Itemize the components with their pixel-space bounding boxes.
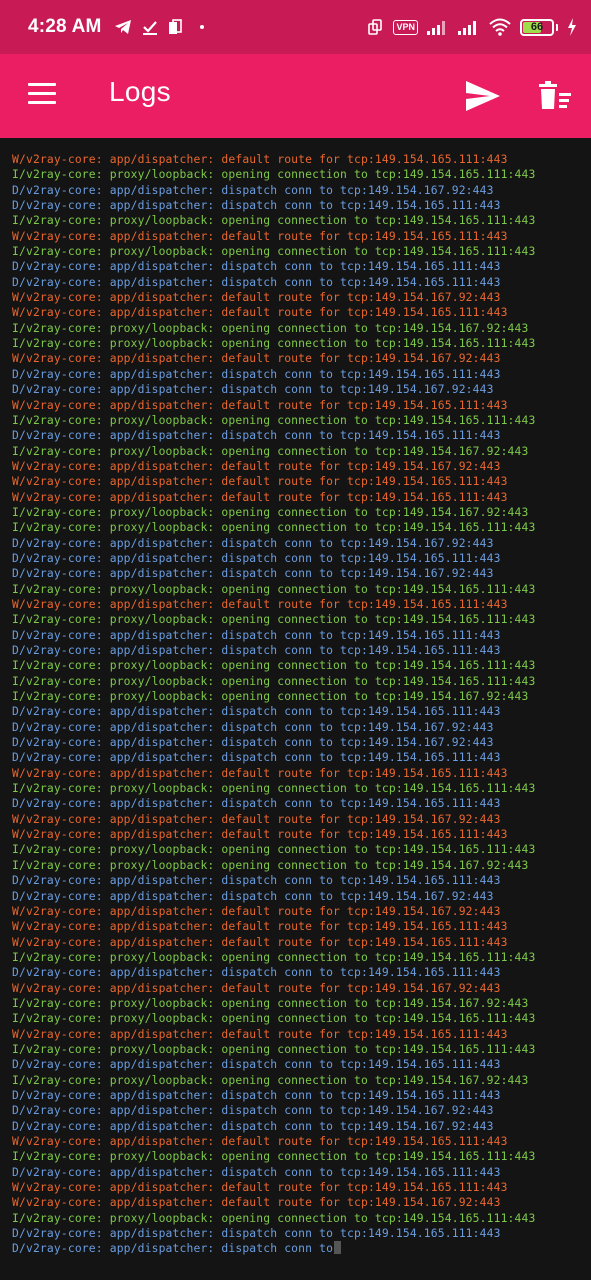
log-line: I/v2ray-core: proxy/loopback: opening co… xyxy=(12,995,529,1010)
battery-level: 66 xyxy=(530,20,544,33)
log-line: W/v2ray-core: app/dispatcher: default ro… xyxy=(12,474,508,489)
log-line: D/v2ray-core: app/dispatcher: dispatch c… xyxy=(12,1164,501,1179)
log-line: I/v2ray-core: proxy/loopback: opening co… xyxy=(12,857,529,872)
send-button[interactable] xyxy=(465,80,501,112)
log-line: I/v2ray-core: proxy/loopback: opening co… xyxy=(12,1041,536,1056)
log-line: D/v2ray-core: app/dispatcher: dispatch c… xyxy=(12,428,501,443)
log-line: D/v2ray-core: app/dispatcher: dispatch c… xyxy=(12,1118,494,1133)
log-line: I/v2ray-core: proxy/loopback: opening co… xyxy=(12,213,536,228)
dot-icon xyxy=(199,25,204,29)
log-line: D/v2ray-core: app/dispatcher: dispatch c… xyxy=(12,643,501,657)
log-line: D/v2ray-core: app/dispatcher: dispatch c… xyxy=(12,198,501,213)
log-line: W/v2ray-core: app/dispatcher: default ro… xyxy=(12,397,508,412)
log-line: W/v2ray-core: app/dispatcher: default ro… xyxy=(12,290,501,305)
log-line: D/v2ray-core: app/dispatcher: dispatch c… xyxy=(12,566,494,581)
page-title: Logs xyxy=(109,76,171,107)
log-line: D/v2ray-core: app/dispatcher: dispatch c… xyxy=(12,735,494,750)
app-bar: Logs xyxy=(0,54,591,138)
log-line: I/v2ray-core: proxy/loopback: opening co… xyxy=(12,504,529,519)
signal-icon xyxy=(458,21,476,35)
log-line: W/v2ray-core: app/dispatcher: default ro… xyxy=(12,1180,508,1195)
log-line: I/v2ray-core: proxy/loopback: opening co… xyxy=(12,612,536,627)
status-bar: 4:28 AM VPN 66 xyxy=(0,0,591,54)
log-line: I/v2ray-core: proxy/loopback: opening co… xyxy=(12,520,536,535)
log-line: D/v2ray-core: app/dispatcher: dispatch c… xyxy=(12,796,501,811)
clear-all-button[interactable] xyxy=(537,81,573,111)
log-line: D/v2ray-core: app/dispatcher: dispatch c… xyxy=(12,274,501,289)
screen-rotate-icon xyxy=(368,19,383,35)
log-line: I/v2ray-core: proxy/loopback: opening co… xyxy=(12,581,536,596)
log-line: D/v2ray-core: app/dispatcher: dispatch c… xyxy=(12,750,501,765)
task-check-icon xyxy=(142,21,157,35)
text-cursor xyxy=(334,1241,342,1255)
log-line: I/v2ray-core: proxy/loopback: opening co… xyxy=(12,1210,536,1225)
log-line: D/v2ray-core: app/dispatcher: dispatch c… xyxy=(12,259,501,274)
status-system-icons: VPN 66 xyxy=(366,18,577,36)
log-line: I/v2ray-core: proxy/loopback: opening co… xyxy=(12,1149,536,1164)
vpn-icon: VPN xyxy=(393,19,418,35)
telegram-icon xyxy=(114,20,131,34)
log-line: D/v2ray-core: app/dispatcher: dispatch c… xyxy=(12,627,501,642)
log-line: I/v2ray-core: proxy/loopback: opening co… xyxy=(12,673,536,688)
battery-tip xyxy=(556,23,558,31)
log-line: D/v2ray-core: app/dispatcher: dispatch c… xyxy=(12,965,501,980)
battery-icon: 66 xyxy=(520,18,554,36)
log-line: I/v2ray-core: proxy/loopback: opening co… xyxy=(12,336,536,351)
log-line: W/v2ray-core: app/dispatcher: default ro… xyxy=(12,458,501,473)
log-line: W/v2ray-core: app/dispatcher: default ro… xyxy=(12,1134,508,1148)
log-line: W/v2ray-core: app/dispatcher: default ro… xyxy=(12,305,508,320)
log-line: I/v2ray-core: proxy/loopback: opening co… xyxy=(12,781,536,796)
wifi-icon xyxy=(489,18,511,36)
log-line: D/v2ray-core: app/dispatcher: dispatch c… xyxy=(12,873,501,888)
log-line: D/v2ray-core: app/dispatcher: dispatch c… xyxy=(12,535,494,550)
log-line: W/v2ray-core: app/dispatcher: default ro… xyxy=(12,934,508,949)
log-line: I/v2ray-core: proxy/loopback: opening co… xyxy=(12,949,536,964)
log-output[interactable]: W/v2ray-core: app/dispatcher: default ro… xyxy=(0,138,591,1280)
log-line: D/v2ray-core: app/dispatcher: dispatch c… xyxy=(12,366,501,381)
menu-button[interactable] xyxy=(28,83,56,107)
log-line: I/v2ray-core: proxy/loopback: opening co… xyxy=(12,1072,529,1087)
log-line: W/v2ray-core: app/dispatcher: default ro… xyxy=(12,811,501,826)
log-line: I/v2ray-core: proxy/loopback: opening co… xyxy=(12,842,536,857)
log-line: I/v2ray-core: proxy/loopback: opening co… xyxy=(12,244,536,259)
log-line: I/v2ray-core: proxy/loopback: opening co… xyxy=(12,412,536,427)
log-line: D/v2ray-core: app/dispatcher: dispatch c… xyxy=(12,888,494,903)
log-line: D/v2ray-core: app/dispatcher: dispatch c… xyxy=(12,182,494,197)
log-line: W/v2ray-core: app/dispatcher: default ro… xyxy=(12,919,508,934)
log-line: W/v2ray-core: app/dispatcher: default ro… xyxy=(12,228,508,243)
charging-icon xyxy=(568,18,576,36)
log-line: W/v2ray-core: app/dispatcher: default ro… xyxy=(12,980,501,995)
log-line: D/v2ray-core: app/dispatcher: dispatch c… xyxy=(12,1103,494,1118)
clear-all-icon xyxy=(539,81,571,109)
log-line: W/v2ray-core: app/dispatcher: default ro… xyxy=(12,827,508,842)
sim-card-icon xyxy=(168,19,182,34)
log-line: W/v2ray-core: app/dispatcher: default ro… xyxy=(12,903,501,918)
menu-icon xyxy=(28,83,56,86)
log-line: W/v2ray-core: app/dispatcher: default ro… xyxy=(12,351,501,366)
log-line: I/v2ray-core: proxy/loopback: opening co… xyxy=(12,1011,536,1026)
status-notification-icons xyxy=(114,19,204,35)
send-icon xyxy=(466,81,500,111)
log-line: I/v2ray-core: proxy/loopback: opening co… xyxy=(12,443,529,458)
log-line: I/v2ray-core: proxy/loopback: opening co… xyxy=(12,689,529,704)
log-line: W/v2ray-core: app/dispatcher: default ro… xyxy=(12,1195,501,1210)
log-line: W/v2ray-core: app/dispatcher: default ro… xyxy=(12,765,508,780)
log-line: W/v2ray-core: app/dispatcher: default ro… xyxy=(12,596,508,611)
log-line: W/v2ray-core: app/dispatcher: default ro… xyxy=(12,489,508,504)
log-line: W/v2ray-core: app/dispatcher: default ro… xyxy=(12,1026,508,1041)
log-line: I/v2ray-core: proxy/loopback: opening co… xyxy=(12,167,536,182)
log-line: D/v2ray-core: app/dispatcher: dispatch c… xyxy=(12,382,494,397)
log-line: W/v2ray-core: app/dispatcher: default ro… xyxy=(12,152,508,166)
log-line: I/v2ray-core: proxy/loopback: opening co… xyxy=(12,320,529,335)
log-line: D/v2ray-core: app/dispatcher: dispatch c… xyxy=(12,550,501,565)
status-time: 4:28 AM xyxy=(28,16,102,37)
log-line: D/v2ray-core: app/dispatcher: dispatch c… xyxy=(12,1057,501,1072)
log-line: D/v2ray-core: app/dispatcher: dispatch c… xyxy=(12,719,494,734)
log-line: D/v2ray-core: app/dispatcher: dispatch c… xyxy=(12,1241,591,1256)
log-line: I/v2ray-core: proxy/loopback: opening co… xyxy=(12,658,536,673)
signal-icon xyxy=(427,21,445,35)
log-line: D/v2ray-core: app/dispatcher: dispatch c… xyxy=(12,704,501,719)
log-line: D/v2ray-core: app/dispatcher: dispatch c… xyxy=(12,1087,501,1102)
log-line: D/v2ray-core: app/dispatcher: dispatch c… xyxy=(12,1226,501,1241)
